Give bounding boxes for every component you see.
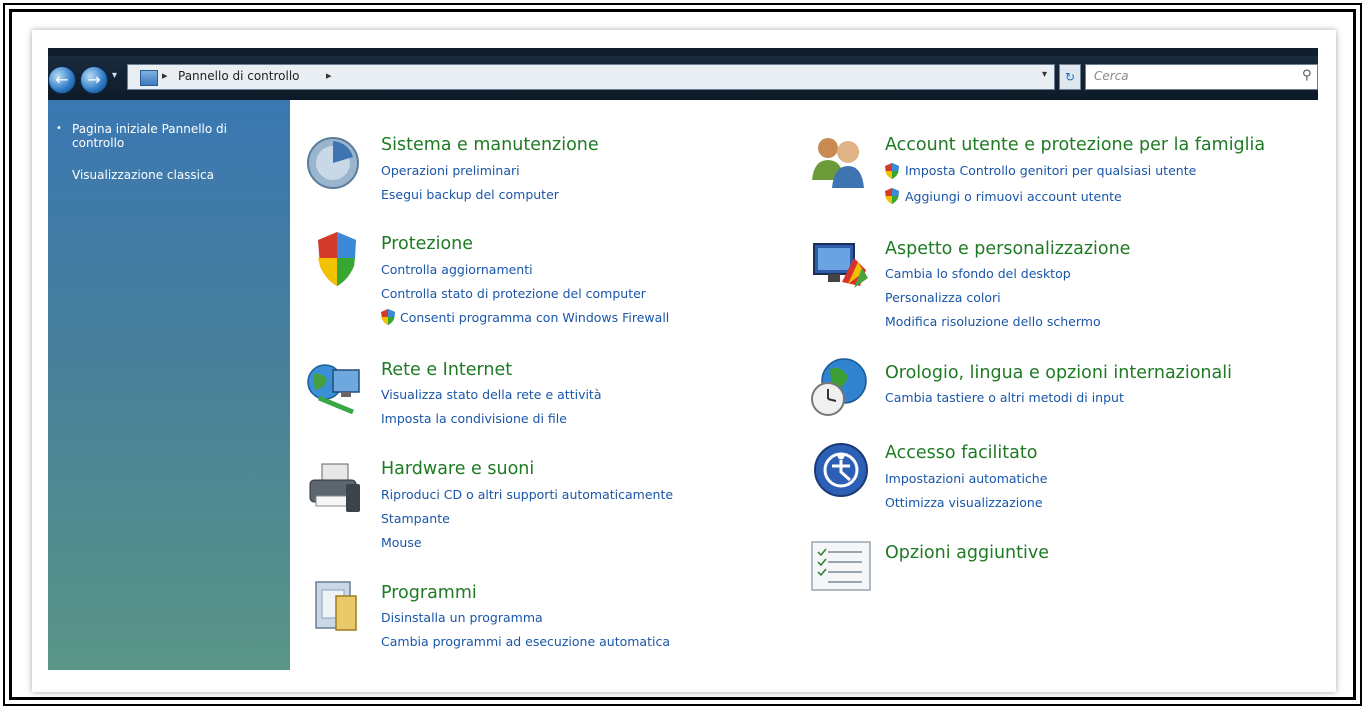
breadcrumb-separator-icon[interactable]: ▸ xyxy=(162,69,168,82)
recent-pages-chevron-icon[interactable]: ▾ xyxy=(112,70,117,81)
task-link[interactable]: Ottimizza visualizzazione xyxy=(885,495,1043,510)
task-link[interactable]: Esegui backup del computer xyxy=(381,187,559,202)
task-link[interactable]: Cambia programmi ad esecuzione automatic… xyxy=(381,634,670,649)
category-network-internet[interactable]: Rete e Internet xyxy=(381,360,512,380)
task-link[interactable]: Cambia tastiere o altri metodi di input xyxy=(885,390,1124,405)
forward-button[interactable]: → xyxy=(80,66,108,94)
task-link[interactable]: Mouse xyxy=(381,535,422,550)
breadcrumb-control-panel[interactable]: Pannello di controllo xyxy=(178,69,300,83)
programs-icon[interactable] xyxy=(312,578,360,636)
category-hardware-sound[interactable]: Hardware e suoni xyxy=(381,459,534,479)
ease-of-access-icon[interactable] xyxy=(812,440,870,500)
uac-shield-icon xyxy=(885,163,899,179)
uac-shield-icon xyxy=(381,309,395,325)
category-appearance[interactable]: Aspetto e personalizzazione xyxy=(885,239,1130,259)
task-link[interactable]: Disinstalla un programma xyxy=(381,610,543,625)
category-programs[interactable]: Programmi xyxy=(381,583,477,603)
task-link[interactable]: Controlla stato di protezione del comput… xyxy=(381,286,646,301)
category-security[interactable]: Protezione xyxy=(381,234,473,254)
back-button[interactable]: ← xyxy=(48,66,76,94)
clock-globe-icon[interactable] xyxy=(808,355,870,419)
user-accounts-icon[interactable] xyxy=(808,130,870,190)
category-ease-of-access[interactable]: Accesso facilitato xyxy=(885,443,1037,463)
security-shield-icon[interactable] xyxy=(314,230,360,288)
task-link[interactable]: Consenti programma con Windows Firewall xyxy=(400,310,669,325)
search-icon[interactable]: ⚲ xyxy=(1302,68,1312,83)
sidebar-classic-view-link[interactable]: Visualizzazione classica xyxy=(72,168,214,182)
address-dropdown-icon[interactable]: ▾ xyxy=(1042,69,1047,80)
task-link[interactable]: Riproduci CD o altri supporti automatica… xyxy=(381,487,673,502)
task-link[interactable]: Aggiungi o rimuovi account utente xyxy=(905,189,1122,204)
task-link[interactable]: Cambia lo sfondo del desktop xyxy=(885,266,1071,281)
search-placeholder: Cerca xyxy=(1094,69,1129,83)
task-link[interactable]: Modifica risoluzione dello schermo xyxy=(885,314,1101,329)
task-link[interactable]: Operazioni preliminari xyxy=(381,163,520,178)
refresh-button[interactable]: ↻ xyxy=(1059,64,1081,90)
current-page-bullet: • xyxy=(56,123,62,134)
task-link[interactable]: Visualizza stato della rete e attività xyxy=(381,387,602,402)
network-internet-icon[interactable] xyxy=(305,360,363,416)
task-link[interactable]: Personalizza colori xyxy=(885,290,1001,305)
task-link[interactable]: Imposta Controllo genitori per qualsiasi… xyxy=(905,163,1196,178)
uac-shield-icon xyxy=(885,188,899,204)
system-maintenance-icon[interactable] xyxy=(305,135,361,191)
category-clock-language-region[interactable]: Orologio, lingua e opzioni internazional… xyxy=(885,363,1232,383)
task-link[interactable]: Impostazioni automatiche xyxy=(885,471,1047,486)
task-link[interactable]: Imposta la condivisione di file xyxy=(381,411,567,426)
task-link[interactable]: Stampante xyxy=(381,511,450,526)
appearance-icon[interactable] xyxy=(810,238,870,296)
sidebar xyxy=(48,100,290,670)
hardware-sound-icon[interactable] xyxy=(306,460,364,516)
additional-options-icon[interactable] xyxy=(810,538,872,594)
category-additional-options[interactable]: Opzioni aggiuntive xyxy=(885,543,1049,563)
sidebar-home-link[interactable]: Pagina iniziale Pannello di controllo xyxy=(72,122,262,150)
title-bar xyxy=(48,48,1318,56)
task-link[interactable]: Controlla aggiornamenti xyxy=(381,262,533,277)
category-user-accounts[interactable]: Account utente e protezione per la famig… xyxy=(885,135,1265,155)
breadcrumb-separator-icon[interactable]: ▸ xyxy=(326,69,332,82)
category-system-maintenance[interactable]: Sistema e manutenzione xyxy=(381,135,599,155)
control-panel-icon xyxy=(140,70,158,86)
